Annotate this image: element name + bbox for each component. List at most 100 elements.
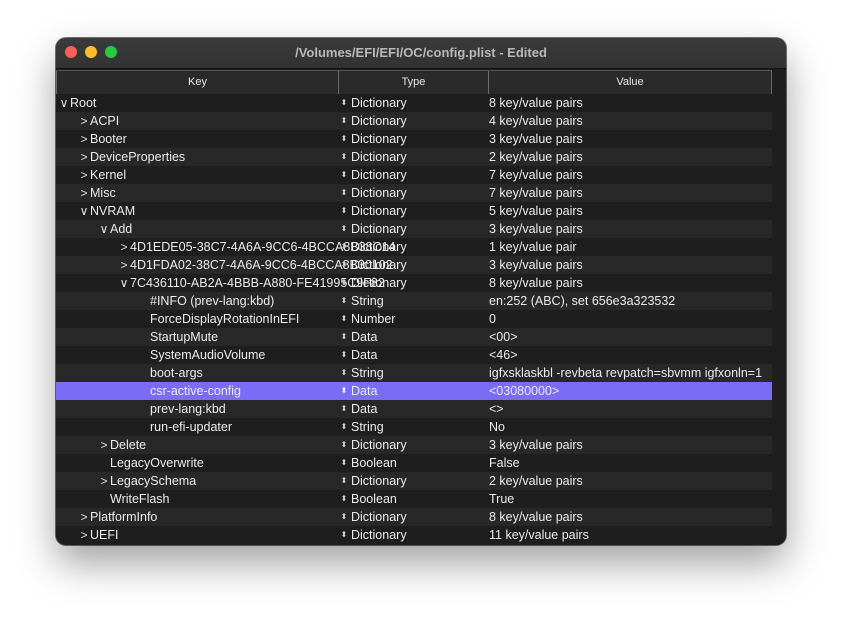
row-value-cell[interactable]: 3 key/value pairs bbox=[489, 220, 772, 238]
row-type-popup[interactable]: ⬍ Dictionary bbox=[339, 256, 487, 274]
row-type-popup[interactable]: ⬍ Data bbox=[339, 400, 487, 418]
row-type-popup[interactable]: ⬍ Dictionary bbox=[339, 220, 487, 238]
disclosure-closed-icon[interactable]: > bbox=[78, 130, 90, 148]
disclosure-open-icon[interactable]: ∨ bbox=[118, 274, 130, 292]
disclosure-closed-icon[interactable]: > bbox=[78, 148, 90, 166]
type-stepper-icon[interactable]: ⬍ bbox=[339, 436, 349, 454]
row-key-cell[interactable]: ∨ NVRAM bbox=[56, 202, 360, 220]
row-type-popup[interactable]: ⬍ Dictionary bbox=[339, 130, 487, 148]
row-key-cell[interactable]: WriteFlash bbox=[56, 490, 380, 508]
disclosure-open-icon[interactable]: ∨ bbox=[78, 202, 90, 220]
title-bar[interactable]: /Volumes/EFI/EFI/OC/config.plist - Edite… bbox=[56, 38, 786, 69]
row-value-cell[interactable]: 8 key/value pairs bbox=[489, 274, 772, 292]
row-value-cell[interactable]: No bbox=[489, 418, 772, 436]
outline-row[interactable]: WriteFlash ⬍ Boolean True bbox=[56, 490, 772, 508]
row-key-cell[interactable]: LegacyOverwrite bbox=[56, 454, 380, 472]
row-value-cell[interactable]: igfxsklaskbl -revbeta revpatch=sbvmm igf… bbox=[489, 364, 772, 382]
row-value-cell[interactable]: <46> bbox=[489, 346, 772, 364]
type-stepper-icon[interactable]: ⬍ bbox=[339, 526, 349, 544]
row-value-cell[interactable]: 8 key/value pairs bbox=[489, 94, 772, 112]
type-stepper-icon[interactable]: ⬍ bbox=[339, 274, 349, 292]
row-value-cell[interactable]: True bbox=[489, 490, 772, 508]
row-type-popup[interactable]: ⬍ String bbox=[339, 418, 487, 436]
row-value-cell[interactable]: 2 key/value pairs bbox=[489, 472, 772, 490]
row-type-popup[interactable]: ⬍ Dictionary bbox=[339, 472, 487, 490]
row-type-popup[interactable]: ⬍ Boolean bbox=[339, 490, 487, 508]
row-value-cell[interactable]: 7 key/value pairs bbox=[489, 184, 772, 202]
type-stepper-icon[interactable]: ⬍ bbox=[339, 292, 349, 310]
row-type-popup[interactable]: ⬍ Dictionary bbox=[339, 184, 487, 202]
row-key-cell[interactable]: ∨ Root bbox=[56, 94, 340, 112]
type-stepper-icon[interactable]: ⬍ bbox=[339, 94, 349, 112]
outline-row[interactable]: > ACPI ⬍ Dictionary 4 key/value pairs bbox=[56, 112, 772, 130]
row-key-cell[interactable]: > DeviceProperties bbox=[56, 148, 360, 166]
disclosure-closed-icon[interactable]: > bbox=[78, 184, 90, 202]
row-value-cell[interactable]: 3 key/value pairs bbox=[489, 436, 772, 454]
disclosure-closed-icon[interactable]: > bbox=[118, 238, 130, 256]
outline-row[interactable]: > LegacySchema ⬍ Dictionary 2 key/value pair… bbox=[56, 472, 772, 490]
row-type-popup[interactable]: ⬍ String bbox=[339, 364, 487, 382]
row-key-cell[interactable]: > Booter bbox=[56, 130, 360, 148]
row-value-cell[interactable]: en:252 (ABC), set 656e3a323532 bbox=[489, 292, 772, 310]
outline-row[interactable]: > Booter ⬍ Dictionary 3 key/value pairs bbox=[56, 130, 772, 148]
type-stepper-icon[interactable]: ⬍ bbox=[339, 508, 349, 526]
row-type-popup[interactable]: ⬍ Boolean bbox=[339, 454, 487, 472]
outline-row[interactable]: ∨ 7C436110-AB2A-4BBB-A880-FE41995C9F82 ⬍ Di… bbox=[56, 274, 772, 292]
outline-row[interactable]: prev-lang:kbd ⬍ Data <> bbox=[56, 400, 772, 418]
type-stepper-icon[interactable]: ⬍ bbox=[339, 490, 349, 508]
row-type-popup[interactable]: ⬍ Number bbox=[339, 310, 487, 328]
row-value-cell[interactable]: 1 key/value pair bbox=[489, 238, 772, 256]
row-value-cell[interactable]: False bbox=[489, 454, 772, 472]
outline-row[interactable]: > DeviceProperties ⬍ Dictionary 2 key/value … bbox=[56, 148, 772, 166]
row-type-popup[interactable]: ⬍ Dictionary bbox=[339, 436, 487, 454]
outline-row[interactable]: > Kernel ⬍ Dictionary 7 key/value pairs bbox=[56, 166, 772, 184]
row-type-popup[interactable]: ⬍ Dictionary bbox=[339, 166, 487, 184]
row-type-popup[interactable]: ⬍ Dictionary bbox=[339, 526, 487, 544]
disclosure-closed-icon[interactable]: > bbox=[98, 436, 110, 454]
type-stepper-icon[interactable]: ⬍ bbox=[339, 400, 349, 418]
row-type-popup[interactable]: ⬍ Dictionary bbox=[339, 508, 487, 526]
type-stepper-icon[interactable]: ⬍ bbox=[339, 310, 349, 328]
row-value-cell[interactable]: 7 key/value pairs bbox=[489, 166, 772, 184]
disclosure-closed-icon[interactable]: > bbox=[78, 508, 90, 526]
row-key-cell[interactable]: > PlatformInfo bbox=[56, 508, 360, 526]
type-stepper-icon[interactable]: ⬍ bbox=[339, 346, 349, 364]
outline-row[interactable]: #INFO (prev-lang:kbd) ⬍ String en:252 (ABC)… bbox=[56, 292, 772, 310]
row-key-cell[interactable]: > ACPI bbox=[56, 112, 360, 130]
outline-row[interactable]: SystemAudioVolume ⬍ Data <46> bbox=[56, 346, 772, 364]
row-value-cell[interactable]: 5 key/value pairs bbox=[489, 202, 772, 220]
type-stepper-icon[interactable]: ⬍ bbox=[339, 328, 349, 346]
outline-row[interactable]: ∨ Root ⬍ Dictionary 8 key/value pairs bbox=[56, 94, 772, 112]
row-value-cell[interactable]: 8 key/value pairs bbox=[489, 508, 772, 526]
row-value-cell[interactable]: 3 key/value pairs bbox=[489, 130, 772, 148]
row-key-cell[interactable]: > Delete bbox=[56, 436, 380, 454]
outline-row[interactable]: > UEFI ⬍ Dictionary 11 key/value pairs bbox=[56, 526, 772, 544]
type-stepper-icon[interactable]: ⬍ bbox=[339, 184, 349, 202]
row-type-popup[interactable]: ⬍ Data bbox=[339, 346, 487, 364]
outline-row[interactable]: >4D1EDE05-38C7-4A6A-9CC6-4BCCA8B38C14 ⬍ Di… bbox=[56, 238, 772, 256]
row-type-popup[interactable]: ⬍ Dictionary bbox=[339, 112, 487, 130]
outline-row[interactable]: csr-active-config ⬍ Data <03080000> bbox=[56, 382, 772, 400]
type-stepper-icon[interactable]: ⬍ bbox=[339, 130, 349, 148]
row-value-cell[interactable]: 3 key/value pairs bbox=[489, 256, 772, 274]
disclosure-closed-icon[interactable]: > bbox=[78, 112, 90, 130]
type-stepper-icon[interactable]: ⬍ bbox=[339, 364, 349, 382]
row-type-popup[interactable]: ⬍ Data bbox=[339, 382, 487, 400]
row-value-cell[interactable]: 0 bbox=[489, 310, 772, 328]
type-stepper-icon[interactable]: ⬍ bbox=[339, 112, 349, 130]
row-key-cell[interactable]: > Misc bbox=[56, 184, 360, 202]
row-key-cell[interactable]: > Kernel bbox=[56, 166, 360, 184]
disclosure-closed-icon[interactable]: > bbox=[78, 526, 90, 544]
row-key-cell[interactable]: > UEFI bbox=[56, 526, 360, 544]
outline-row[interactable]: boot-args ⬍ String igfxsklaskbl -revbeta re… bbox=[56, 364, 772, 382]
outline-row[interactable]: run-efi-updater ⬍ String No bbox=[56, 418, 772, 436]
row-value-cell[interactable]: <> bbox=[489, 400, 772, 418]
disclosure-closed-icon[interactable]: > bbox=[118, 256, 130, 274]
row-type-popup[interactable]: ⬍ Data bbox=[339, 328, 487, 346]
column-header-value[interactable]: Value bbox=[489, 71, 772, 94]
type-stepper-icon[interactable]: ⬍ bbox=[339, 202, 349, 220]
type-stepper-icon[interactable]: ⬍ bbox=[339, 472, 349, 490]
row-value-cell[interactable]: 11 key/value pairs bbox=[489, 526, 772, 544]
row-key-cell[interactable]: ∨ Add bbox=[56, 220, 380, 238]
row-type-popup[interactable]: ⬍ Dictionary bbox=[339, 148, 487, 166]
